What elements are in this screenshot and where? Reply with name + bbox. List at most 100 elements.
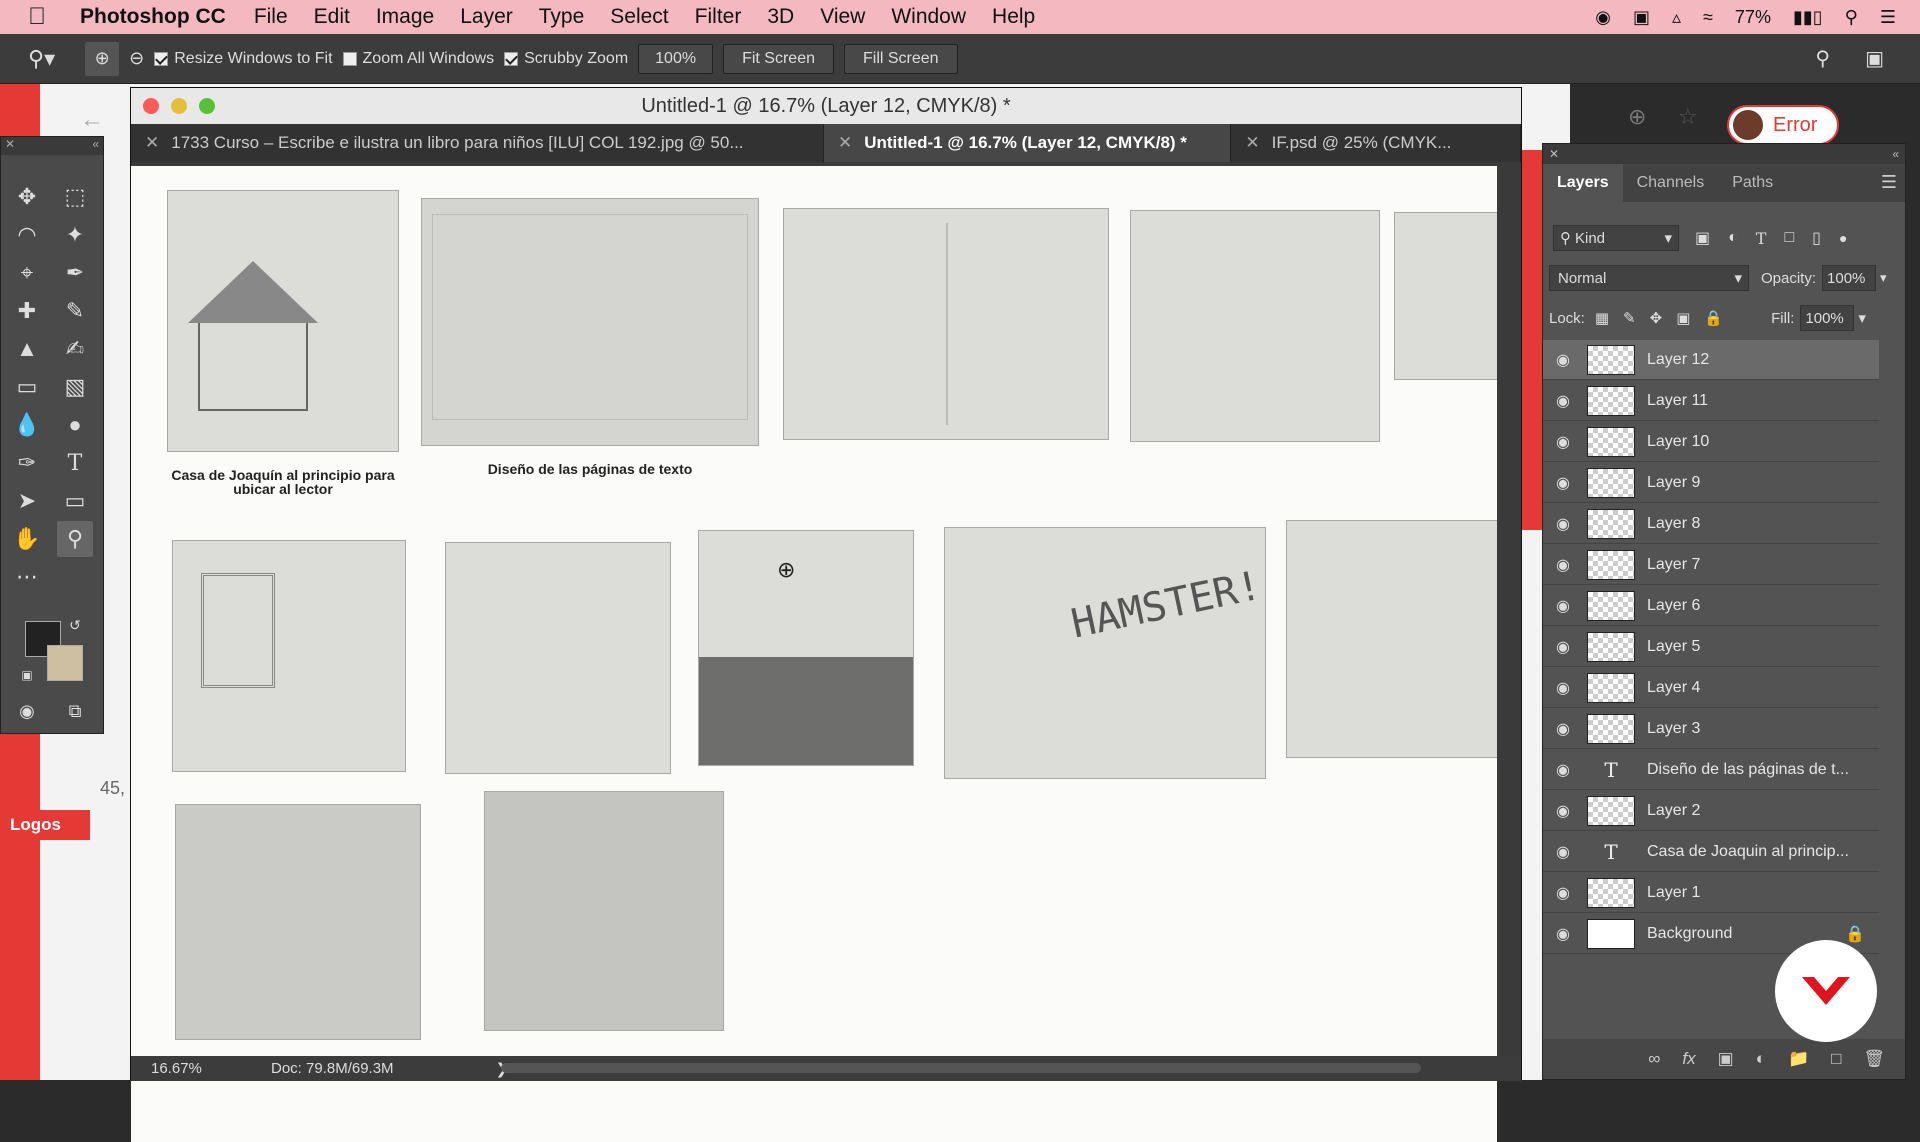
- visibility-eye-icon[interactable]: ◉: [1543, 637, 1583, 657]
- menu-help[interactable]: Help: [992, 5, 1035, 29]
- layer-row[interactable]: ◉ Layer 11: [1543, 381, 1879, 421]
- layer-row[interactable]: ◉ Layer 6: [1543, 586, 1879, 626]
- layer-style-fx-icon[interactable]: fx: [1682, 1049, 1695, 1069]
- checkbox-box[interactable]: [504, 51, 519, 66]
- doc-size[interactable]: Doc: 79.8M/69.3M: [271, 1060, 394, 1077]
- collapse-icon[interactable]: «: [92, 137, 103, 151]
- close-icon[interactable]: ✕: [1549, 147, 1559, 161]
- history-brush-icon[interactable]: ✍: [57, 331, 93, 367]
- filter-toggle-icon[interactable]: ●: [1839, 230, 1847, 246]
- fit-screen-button[interactable]: Fit Screen: [723, 43, 834, 74]
- dodge-tool-icon[interactable]: ●: [57, 407, 93, 443]
- visibility-eye-icon[interactable]: ◉: [1543, 514, 1583, 534]
- zoom-all-windows-checkbox[interactable]: Zoom All Windows: [342, 50, 494, 68]
- sketch-portrait[interactable]: [172, 540, 406, 772]
- default-colors-icon[interactable]: ▣: [17, 665, 37, 685]
- more-tools-icon[interactable]: ⋯: [9, 559, 45, 595]
- opacity-chevron-icon[interactable]: ▾: [1880, 270, 1887, 286]
- layer-row[interactable]: ◉ Layer 12: [1543, 340, 1879, 380]
- filter-adjustment-icon[interactable]: ◐: [1728, 229, 1738, 247]
- layer-row[interactable]: ◉ Layer 4: [1543, 668, 1879, 708]
- zoom-tool-icon[interactable]: ⚲▾: [28, 46, 55, 72]
- layer-row[interactable]: ◉ Layer 5: [1543, 627, 1879, 667]
- wifi-icon[interactable]: ≈: [1703, 7, 1713, 28]
- pen-tool-icon[interactable]: ✑: [9, 445, 45, 481]
- menu-3d[interactable]: 3D: [767, 5, 794, 29]
- layer-row[interactable]: ◉ T Casa de Joaquin al princip...: [1543, 832, 1879, 872]
- new-layer-icon[interactable]: □: [1831, 1049, 1841, 1069]
- visibility-eye-icon[interactable]: ◉: [1543, 596, 1583, 616]
- visibility-eye-icon[interactable]: ◉: [1543, 678, 1583, 698]
- sketch-floor-hamster[interactable]: [698, 530, 914, 766]
- scrubby-zoom-checkbox[interactable]: Scrubby Zoom: [504, 50, 628, 68]
- visibility-eye-icon[interactable]: ◉: [1543, 432, 1583, 452]
- menu-type[interactable]: Type: [539, 5, 585, 29]
- lasso-tool-icon[interactable]: ◠: [9, 217, 45, 253]
- spotlight-search-icon[interactable]: ⚲: [1845, 7, 1858, 28]
- profile-error-button[interactable]: Error: [1727, 105, 1839, 145]
- type-tool-icon[interactable]: T: [57, 445, 93, 481]
- visibility-eye-icon[interactable]: ◉: [1543, 842, 1583, 862]
- opacity-field[interactable]: 100%: [1822, 265, 1877, 291]
- close-tab-icon[interactable]: ✕: [838, 133, 852, 153]
- menu-layer[interactable]: Layer: [460, 5, 513, 29]
- menu-window[interactable]: Window: [891, 5, 966, 29]
- fill-screen-button[interactable]: Fill Screen: [844, 43, 958, 74]
- visibility-eye-icon[interactable]: ◉: [1543, 350, 1583, 370]
- resize-windows-checkbox[interactable]: Resize Windows to Fit: [154, 50, 333, 68]
- visibility-eye-icon[interactable]: ◉: [1543, 883, 1583, 903]
- eyedropper-icon[interactable]: ✒: [57, 255, 93, 291]
- battery-icon[interactable]: ▮▮▯: [1793, 7, 1823, 28]
- lock-move-icon[interactable]: ✥: [1650, 309, 1663, 327]
- hand-tool-icon[interactable]: ✋: [9, 521, 45, 557]
- search-icon[interactable]: ⚲: [1815, 46, 1830, 71]
- layer-row[interactable]: ◉ Layer 1: [1543, 873, 1879, 913]
- zoom-readout[interactable]: 16.67%: [151, 1060, 271, 1077]
- browser-back-icon[interactable]: ←: [80, 106, 104, 134]
- tab-untitled-1[interactable]: ✕ Untitled-1 @ 16.7% (Layer 12, CMYK/8) *: [823, 124, 1232, 162]
- checkbox-box[interactable]: [342, 51, 357, 66]
- visibility-eye-icon[interactable]: ◉: [1543, 719, 1583, 739]
- layer-row[interactable]: ◉ Layer 9: [1543, 463, 1879, 503]
- lock-all-icon[interactable]: 🔒: [1704, 309, 1723, 327]
- app-name[interactable]: Photoshop CC: [80, 5, 226, 29]
- layer-row[interactable]: ◉ Layer 2: [1543, 791, 1879, 831]
- visibility-eye-icon[interactable]: ◉: [1543, 924, 1583, 944]
- new-group-icon[interactable]: 📁: [1788, 1049, 1809, 1069]
- canvas[interactable]: Casa de Joaquín al principio para ubicar…: [131, 166, 1497, 1142]
- screen-mode-icon[interactable]: ⧉: [57, 693, 93, 729]
- zoom-in-icon[interactable]: ⊕: [85, 41, 120, 76]
- notification-list-icon[interactable]: ☰: [1880, 7, 1896, 28]
- menu-image[interactable]: Image: [376, 5, 434, 29]
- sketch-girl-boy[interactable]: [783, 208, 1109, 440]
- sketch-hamsters[interactable]: [1130, 210, 1380, 442]
- layer-row[interactable]: ◉ T Diseño de las páginas de t...: [1543, 750, 1879, 790]
- gradient-tool-icon[interactable]: ▧: [57, 369, 93, 405]
- fill-field[interactable]: 100%: [1800, 305, 1855, 331]
- tab-layers[interactable]: Layers: [1543, 164, 1623, 202]
- filter-smart-object-icon[interactable]: ▯: [1812, 228, 1821, 248]
- domestika-logo-icon[interactable]: [1775, 940, 1877, 1042]
- visibility-eye-icon[interactable]: ◉: [1543, 555, 1583, 575]
- menu-select[interactable]: Select: [610, 5, 668, 29]
- kind-dropdown[interactable]: ⚲ Kind ▾: [1553, 225, 1679, 251]
- adjustment-layer-icon[interactable]: ◐: [1756, 1049, 1766, 1069]
- link-layers-icon[interactable]: ∞: [1648, 1049, 1660, 1069]
- menu-filter[interactable]: Filter: [695, 5, 742, 29]
- sketch-legs[interactable]: [484, 791, 724, 1031]
- visibility-eye-icon[interactable]: ◉: [1543, 391, 1583, 411]
- layer-row[interactable]: ◉ Layer 3: [1543, 709, 1879, 749]
- move-tool-icon[interactable]: ✥: [9, 179, 45, 215]
- sketch-flashlight[interactable]: [175, 804, 421, 1040]
- layer-row[interactable]: ◉ Layer 8: [1543, 504, 1879, 544]
- blur-tool-icon[interactable]: 💧: [9, 407, 45, 443]
- path-select-icon[interactable]: ➤: [9, 483, 45, 519]
- menu-edit[interactable]: Edit: [314, 5, 350, 29]
- sketch-text-pages[interactable]: [421, 198, 759, 446]
- menu-view[interactable]: View: [820, 5, 865, 29]
- checkbox-box[interactable]: [154, 51, 169, 66]
- close-tab-icon[interactable]: ✕: [1245, 133, 1259, 153]
- layer-row[interactable]: ◉ Layer 7: [1543, 545, 1879, 585]
- add-mask-icon[interactable]: ▣: [1718, 1049, 1734, 1069]
- sketch-furniture[interactable]: [1286, 520, 1497, 758]
